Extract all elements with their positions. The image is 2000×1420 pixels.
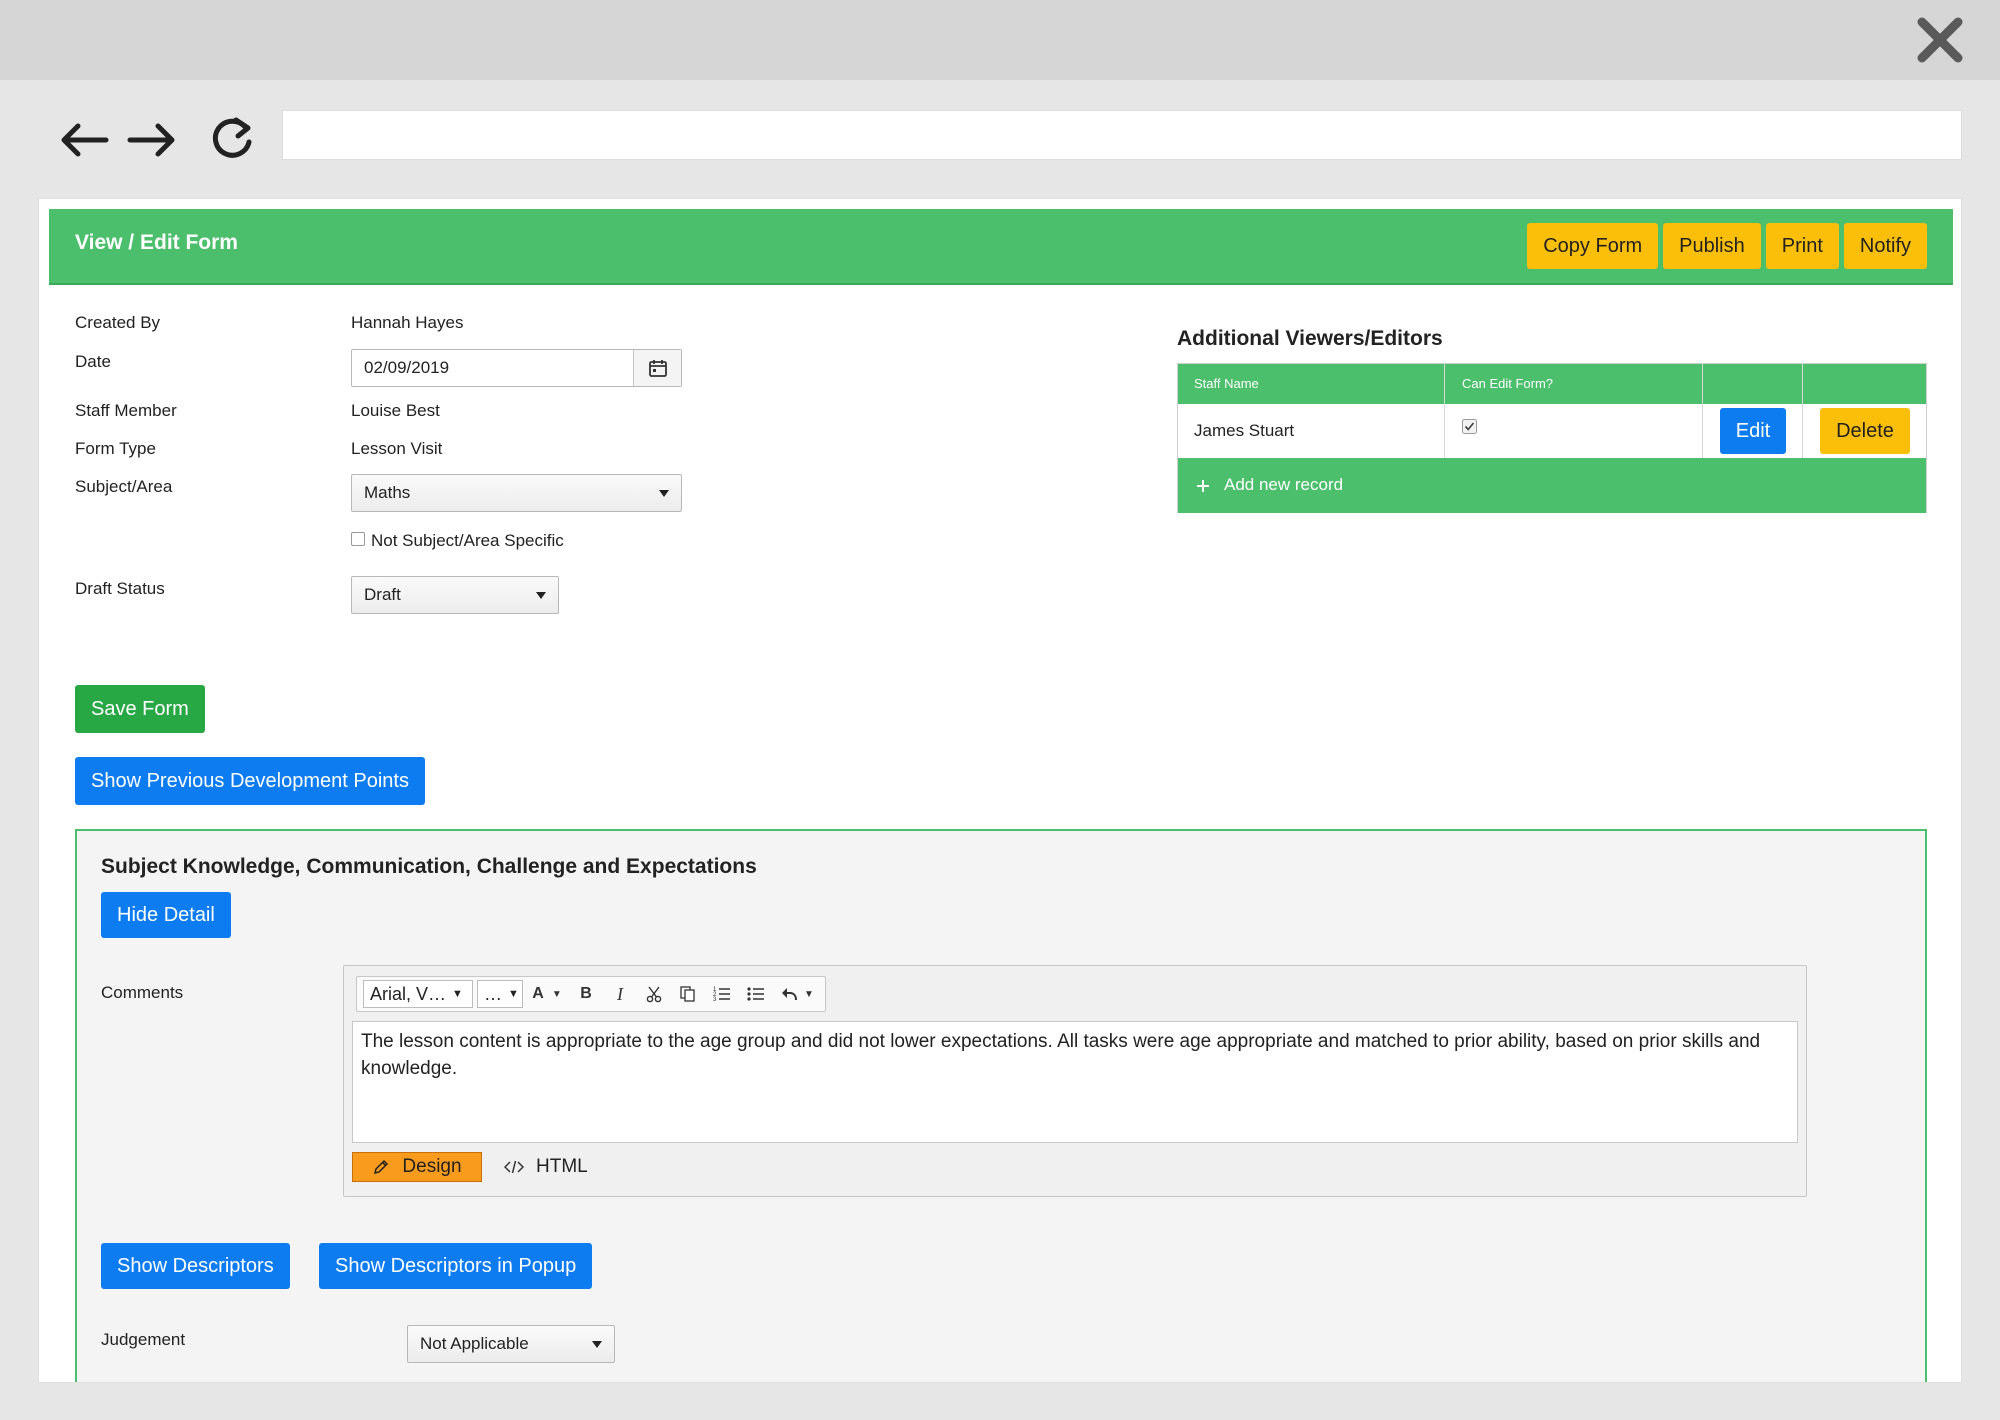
created-by-label: Created By <box>75 313 161 332</box>
staff-member-value: Louise Best <box>351 401 440 420</box>
viewers-table: Staff Name Can Edit Form? James Stuart E… <box>1177 363 1927 513</box>
copy-form-button[interactable]: Copy Form <box>1527 223 1659 269</box>
ordered-list-icon[interactable]: 123 <box>707 980 737 1008</box>
calendar-button[interactable] <box>633 350 681 386</box>
subject-select[interactable]: Maths <box>351 474 682 512</box>
undo-icon[interactable]: ▼ <box>775 980 819 1008</box>
show-descriptors-popup-button[interactable]: Show Descriptors in Popup <box>319 1243 593 1289</box>
html-mode-button[interactable]: HTML <box>504 1152 588 1182</box>
column-staff-name: Staff Name <box>1194 376 1259 391</box>
staff-member-label: Staff Member <box>75 401 177 420</box>
svg-text:3: 3 <box>713 997 717 1003</box>
add-new-record-label: Add new record <box>1224 475 1344 494</box>
save-form-button[interactable]: Save Form <box>75 685 205 733</box>
edit-row-button[interactable]: Edit <box>1720 408 1786 454</box>
viewers-table-header: Staff Name Can Edit Form? <box>1178 364 1926 404</box>
draft-status-label: Draft Status <box>75 579 165 598</box>
italic-icon[interactable]: I <box>605 980 635 1008</box>
hide-detail-button[interactable]: Hide Detail <box>101 892 231 938</box>
chevron-down-icon <box>659 490 669 497</box>
copy-icon[interactable] <box>673 980 703 1008</box>
subject-label: Subject/Area <box>75 477 173 496</box>
judgement-select[interactable]: Not Applicable <box>407 1325 615 1363</box>
url-bar[interactable] <box>282 110 1962 160</box>
judgement-label: Judgement <box>101 1330 186 1349</box>
divider <box>1802 364 1803 458</box>
publish-button[interactable]: Publish <box>1663 223 1761 269</box>
font-size-select[interactable]: … ▼ <box>477 980 523 1008</box>
section-subject-knowledge: Subject Knowledge, Communication, Challe… <box>75 829 1927 1382</box>
column-can-edit: Can Edit Form? <box>1462 376 1554 391</box>
browser-titlebar <box>0 0 2000 80</box>
created-by-value: Hannah Hayes <box>351 313 464 332</box>
close-icon[interactable] <box>1914 14 1966 66</box>
print-button[interactable]: Print <box>1765 223 1839 269</box>
form-type-value: Lesson Visit <box>351 439 443 458</box>
arrow-left-icon[interactable] <box>56 112 112 168</box>
show-descriptors-button[interactable]: Show Descriptors <box>101 1243 290 1289</box>
bullet-list-icon[interactable] <box>741 980 771 1008</box>
date-field[interactable]: 02/09/2019 <box>351 349 682 387</box>
font-family-select[interactable]: Arial, V… ▼ <box>363 980 473 1008</box>
form-type-label: Form Type <box>75 439 156 458</box>
notify-button[interactable]: Notify <box>1843 223 1927 269</box>
plus-icon <box>1197 480 1209 492</box>
subject-value: Maths <box>364 483 411 502</box>
divider <box>1444 364 1445 458</box>
design-mode-button[interactable]: Design <box>352 1152 482 1182</box>
staff-name-cell: James Stuart <box>1194 421 1295 440</box>
not-subject-specific-checkbox[interactable] <box>351 532 365 546</box>
pencil-icon <box>374 1159 389 1175</box>
rich-text-editor: Arial, V… ▼ … ▼ A ▼ B I 123 ▼ The lesson… <box>343 965 1807 1197</box>
show-previous-points-button[interactable]: Show Previous Development Points <box>75 757 425 805</box>
design-mode-label: Design <box>402 1156 462 1177</box>
viewers-title: Additional Viewers/Editors <box>1177 327 1443 350</box>
table-row: James Stuart Edit Delete <box>1178 404 1926 458</box>
font-color-icon[interactable]: A ▼ <box>527 980 567 1008</box>
calendar-icon <box>648 360 667 377</box>
arrow-right-icon[interactable] <box>124 112 180 168</box>
date-value: 02/09/2019 <box>364 358 450 377</box>
comments-label: Comments <box>101 983 184 1002</box>
chevron-down-icon <box>536 592 546 599</box>
font-size-value: … <box>484 983 502 1004</box>
editor-toolbar: Arial, V… ▼ … ▼ A ▼ B I 123 ▼ <box>356 976 826 1012</box>
bold-icon[interactable]: B <box>571 980 601 1008</box>
add-new-record-bar[interactable]: Add new record <box>1178 458 1926 513</box>
page-title: View / Edit Form <box>75 231 238 254</box>
not-subject-specific-label: Not Subject/Area Specific <box>371 531 564 550</box>
panel-header: View / Edit Form Copy Form Publish Print… <box>49 209 1953 285</box>
can-edit-checkbox[interactable] <box>1462 419 1477 434</box>
delete-row-button[interactable]: Delete <box>1820 408 1910 454</box>
judgement-value: Not Applicable <box>420 1334 529 1353</box>
comments-textarea[interactable]: The lesson content is appropriate to the… <box>352 1021 1798 1143</box>
header-actions: Copy Form Publish Print Notify <box>1527 223 1927 269</box>
section-title: Subject Knowledge, Communication, Challe… <box>101 855 757 878</box>
chevron-down-icon <box>592 1341 602 1348</box>
chevron-down-icon: ▼ <box>508 988 519 1000</box>
html-mode-label: HTML <box>536 1156 588 1177</box>
draft-status-value: Draft <box>364 585 401 604</box>
reload-icon[interactable] <box>204 112 260 168</box>
font-family-value: Arial, V… <box>370 983 447 1004</box>
cut-icon[interactable] <box>639 980 669 1008</box>
chevron-down-icon: ▼ <box>452 988 463 1000</box>
draft-status-select[interactable]: Draft <box>351 576 559 614</box>
page-content: View / Edit Form Copy Form Publish Print… <box>38 198 1962 1383</box>
code-icon <box>504 1160 524 1174</box>
divider <box>1702 364 1703 458</box>
date-label: Date <box>75 352 111 371</box>
